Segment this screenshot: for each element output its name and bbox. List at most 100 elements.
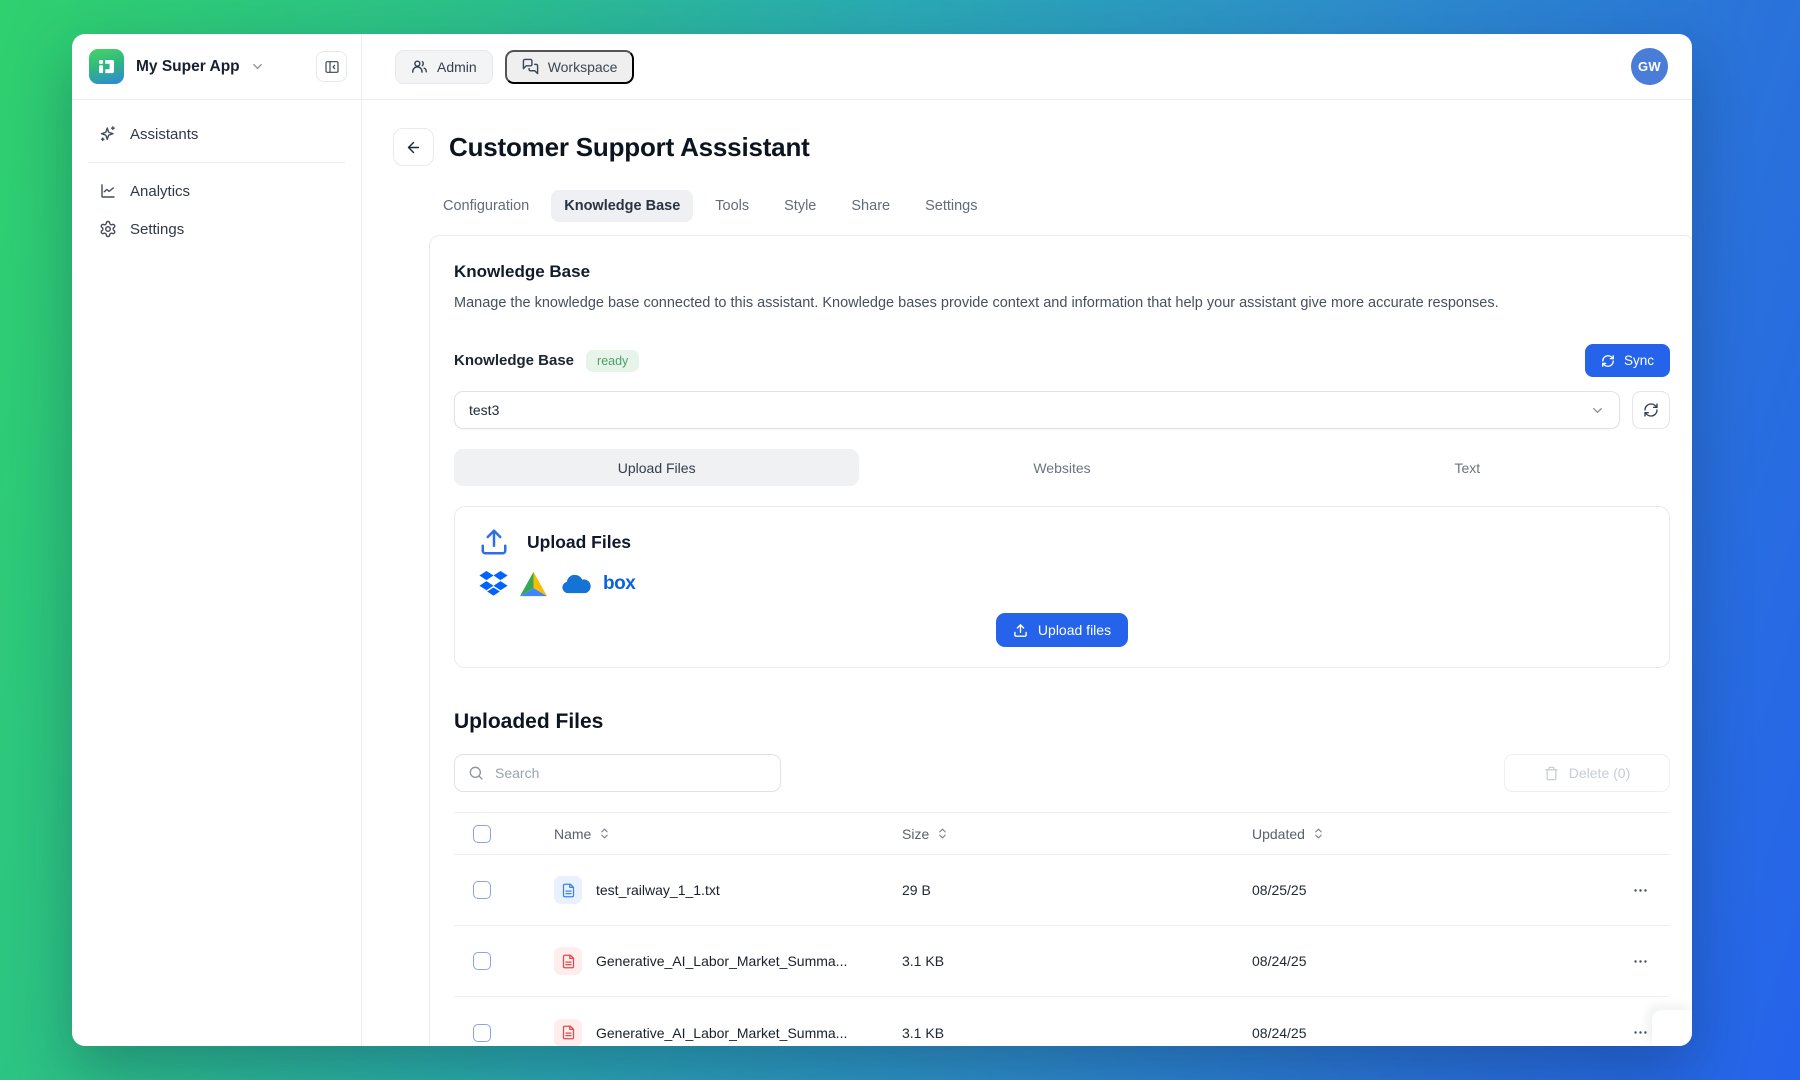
search-box[interactable] [454, 754, 781, 792]
corner-widget[interactable] [1652, 1010, 1692, 1046]
kb-label: Knowledge Base [454, 352, 574, 369]
users-icon [411, 58, 428, 75]
file-size: 29 B [902, 882, 1252, 898]
chat-bubbles-icon [522, 58, 539, 75]
column-size[interactable]: Size [902, 826, 929, 842]
sidebar-item-label: Analytics [130, 183, 190, 200]
sidebar-collapse-button[interactable] [316, 51, 347, 82]
pdf-file-icon [554, 1019, 582, 1047]
body: Assistants Analytics [72, 100, 1692, 1046]
table-row: test_railway_1_1.txt 29 B 08/25/25 [454, 855, 1670, 926]
user-avatar[interactable]: GW [1631, 48, 1668, 85]
file-size: 3.1 KB [902, 953, 1252, 969]
upload-files-label: Upload files [1038, 622, 1111, 638]
upload-files-button[interactable]: Upload files [996, 613, 1128, 647]
workspace-switcher[interactable]: My Super App [72, 34, 362, 100]
trash-icon [1544, 766, 1559, 781]
app-window: My Super App Admin [72, 34, 1692, 1046]
google-drive-icon[interactable] [519, 571, 548, 597]
sidebar-item-label: Assistants [130, 126, 198, 143]
upload-icon [1013, 623, 1028, 638]
kb-select[interactable]: test3 [454, 391, 1620, 429]
files-table: Name Size [454, 812, 1670, 1046]
app-name: My Super App [136, 58, 240, 76]
source-tab-text[interactable]: Text [1265, 449, 1670, 486]
sparkles-icon [99, 125, 117, 143]
file-updated: 08/24/25 [1252, 1025, 1610, 1041]
table-header-row: Name Size [454, 812, 1670, 855]
knowledge-base-card: Knowledge Base Manage the knowledge base… [429, 235, 1692, 1046]
cloud-providers: box [479, 570, 1645, 597]
sort-icon[interactable] [1312, 827, 1325, 840]
upload-icon [479, 527, 509, 557]
page-header: Customer Support Asssistant [393, 128, 1692, 166]
delete-label: Delete (0) [1569, 765, 1630, 781]
chart-line-icon [99, 182, 117, 200]
tab-tools[interactable]: Tools [702, 190, 762, 222]
status-badge: ready [586, 350, 639, 372]
tab-configuration[interactable]: Configuration [430, 190, 542, 222]
upload-dropzone[interactable]: Upload Files [454, 506, 1670, 668]
back-button[interactable] [393, 128, 434, 166]
uploaded-files-heading: Uploaded Files [454, 710, 1670, 734]
file-name[interactable]: Generative_AI_Labor_Market_Summa... [596, 953, 847, 969]
kb-section-heading: Knowledge Base [454, 262, 1670, 282]
workspace-nav-button[interactable]: Workspace [505, 50, 635, 84]
search-input[interactable] [495, 765, 767, 781]
source-tab-upload-files[interactable]: Upload Files [454, 449, 859, 486]
gear-icon [99, 220, 117, 238]
sidebar-item-analytics[interactable]: Analytics [86, 172, 347, 210]
kb-select-row: test3 [454, 391, 1670, 429]
main-content: Customer Support Asssistant Configuratio… [362, 100, 1692, 1046]
tab-knowledge-base[interactable]: Knowledge Base [551, 190, 693, 222]
table-row: Generative_AI_Labor_Market_Summa... 3.1 … [454, 926, 1670, 997]
tab-style[interactable]: Style [771, 190, 829, 222]
kb-status-row: Knowledge Base ready Sync [454, 344, 1670, 377]
refresh-icon [1601, 354, 1615, 368]
topbar: My Super App Admin [72, 34, 1692, 100]
table-row: Generative_AI_Labor_Market_Summa... 3.1 … [454, 997, 1670, 1046]
chevron-down-icon [250, 59, 265, 74]
kb-refresh-button[interactable] [1632, 391, 1670, 429]
delete-selected-button[interactable]: Delete (0) [1504, 754, 1670, 792]
sync-label: Sync [1624, 353, 1654, 368]
kb-selected-value: test3 [469, 402, 499, 418]
sidebar-divider [88, 162, 345, 163]
file-size: 3.1 KB [902, 1025, 1252, 1041]
source-tabs: Upload Files Websites Text [454, 449, 1670, 486]
chevron-down-icon [1590, 403, 1605, 418]
pdf-file-icon [554, 947, 582, 975]
select-all-checkbox[interactable] [473, 825, 491, 843]
tab-settings[interactable]: Settings [912, 190, 990, 222]
admin-nav-button[interactable]: Admin [395, 50, 493, 84]
desktop-background: My Super App Admin [0, 0, 1800, 1080]
onedrive-icon[interactable] [559, 572, 592, 595]
file-name[interactable]: test_railway_1_1.txt [596, 882, 720, 898]
upload-header: Upload Files [479, 527, 1645, 557]
sync-button[interactable]: Sync [1585, 344, 1670, 377]
sort-icon[interactable] [598, 827, 611, 840]
source-tab-websites[interactable]: Websites [859, 449, 1264, 486]
sidebar-item-assistants[interactable]: Assistants [86, 115, 347, 153]
file-updated: 08/24/25 [1252, 953, 1610, 969]
sidebar-item-label: Settings [130, 221, 184, 238]
column-name[interactable]: Name [554, 826, 591, 842]
file-name[interactable]: Generative_AI_Labor_Market_Summa... [596, 1025, 847, 1041]
row-checkbox[interactable] [473, 952, 491, 970]
page-title: Customer Support Asssistant [449, 132, 810, 163]
row-menu-button[interactable] [1610, 953, 1670, 970]
column-updated[interactable]: Updated [1252, 826, 1305, 842]
row-checkbox[interactable] [473, 1024, 491, 1042]
admin-label: Admin [437, 59, 477, 75]
row-checkbox[interactable] [473, 881, 491, 899]
page-tabs: Configuration Knowledge Base Tools Style… [430, 190, 1692, 222]
dropbox-icon[interactable] [479, 570, 508, 597]
sort-icon[interactable] [936, 827, 949, 840]
sidebar-item-settings[interactable]: Settings [86, 210, 347, 248]
row-menu-button[interactable] [1610, 882, 1670, 899]
upload-heading: Upload Files [527, 532, 631, 553]
box-icon[interactable]: box [603, 574, 635, 593]
sidebar: Assistants Analytics [72, 100, 362, 1046]
tab-share[interactable]: Share [838, 190, 903, 222]
app-logo-icon [89, 49, 124, 84]
